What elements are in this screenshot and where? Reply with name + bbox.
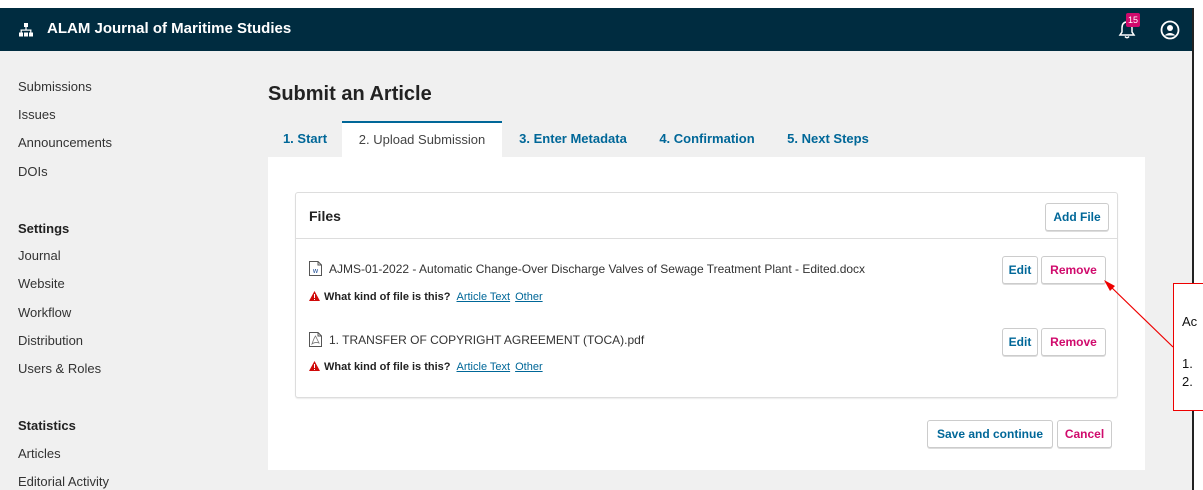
upload-panel: Files Add File w AJMS-01-2022 - Automati…: [268, 157, 1145, 470]
sidebar-item-announcements[interactable]: Announcements: [18, 135, 112, 150]
warning-icon: [309, 361, 320, 371]
file-row: 1. TRANSFER OF COPYRIGHT AGREEMENT (TOCA…: [296, 313, 1117, 389]
user-account-icon[interactable]: [1160, 20, 1180, 40]
files-list-box: Files Add File w AJMS-01-2022 - Automati…: [295, 192, 1118, 398]
file-genre-question: What kind of file is this?: [324, 361, 451, 373]
file-genre-prompt: What kind of file is this? Article Text Ot…: [309, 291, 548, 303]
sidebar-item-dois[interactable]: DOIs: [18, 164, 48, 179]
sidebar-item-issues[interactable]: Issues: [18, 107, 56, 122]
notification-count-badge: 15: [1126, 13, 1141, 27]
annotation-callout: Ac 1. 2.: [1173, 283, 1203, 411]
sidebar-item-editorial-activity[interactable]: Editorial Activity: [18, 474, 109, 489]
genre-article-text-link[interactable]: Article Text: [457, 361, 511, 373]
top-header: ALAM Journal of Maritime Studies 15: [0, 8, 1192, 51]
svg-text:w: w: [313, 267, 319, 275]
annotation-text: Ac: [1182, 314, 1198, 329]
genre-other-link[interactable]: Other: [515, 361, 543, 373]
tab-enter-metadata[interactable]: 3. Enter Metadata: [502, 121, 644, 157]
tab-confirmation[interactable]: 4. Confirmation: [644, 121, 770, 157]
journal-title[interactable]: ALAM Journal of Maritime Studies: [47, 20, 291, 37]
annotation-text: 2.: [1182, 374, 1193, 389]
tab-upload-submission[interactable]: 2. Upload Submission: [342, 121, 502, 157]
edit-file-button[interactable]: Edit: [1002, 256, 1038, 284]
edit-file-button[interactable]: Edit: [1002, 328, 1038, 356]
annotation-text: 1.: [1182, 356, 1193, 371]
sidebar-item-articles[interactable]: Articles: [18, 446, 61, 461]
genre-article-text-link[interactable]: Article Text: [457, 291, 511, 303]
file-row: w AJMS-01-2022 - Automatic Change-Over D…: [296, 240, 1117, 316]
word-doc-icon: w: [309, 261, 322, 276]
add-file-button[interactable]: Add File: [1045, 203, 1109, 231]
sidebar-section-settings: Settings: [18, 221, 70, 236]
sidebar-item-distribution[interactable]: Distribution: [18, 333, 83, 348]
annotation-arrow-icon: [1104, 280, 1174, 348]
sidebar-item-submissions[interactable]: Submissions: [18, 79, 92, 94]
tab-start[interactable]: 1. Start: [268, 121, 342, 157]
file-genre-question: What kind of file is this?: [324, 291, 451, 303]
tab-next-steps[interactable]: 5. Next Steps: [770, 121, 886, 157]
file-genre-prompt: What kind of file is this? Article Text Ot…: [309, 361, 548, 373]
sidebar-section-statistics: Statistics: [18, 418, 76, 433]
save-and-continue-button[interactable]: Save and continue: [927, 420, 1053, 448]
sidebar-item-journal[interactable]: Journal: [18, 248, 61, 263]
files-header: Files Add File: [296, 193, 1117, 239]
file-name-link[interactable]: AJMS-01-2022 - Automatic Change-Over Dis…: [329, 262, 865, 276]
sitemap-icon[interactable]: [19, 23, 33, 37]
pdf-icon: [309, 332, 322, 347]
sidebar-item-workflow[interactable]: Workflow: [18, 305, 71, 320]
window-edge-divider: [1192, 8, 1194, 490]
files-title: Files: [309, 208, 341, 224]
sidebar-item-website[interactable]: Website: [18, 276, 65, 291]
cancel-button[interactable]: Cancel: [1057, 420, 1112, 448]
app-frame: ALAM Journal of Maritime Studies 15 Subm…: [0, 8, 1192, 490]
genre-other-link[interactable]: Other: [515, 291, 543, 303]
file-name-link[interactable]: 1. TRANSFER OF COPYRIGHT AGREEMENT (TOCA…: [329, 333, 644, 347]
sidebar-item-users-roles[interactable]: Users & Roles: [18, 361, 101, 376]
warning-icon: [309, 291, 320, 301]
page-title: Submit an Article: [268, 83, 432, 105]
